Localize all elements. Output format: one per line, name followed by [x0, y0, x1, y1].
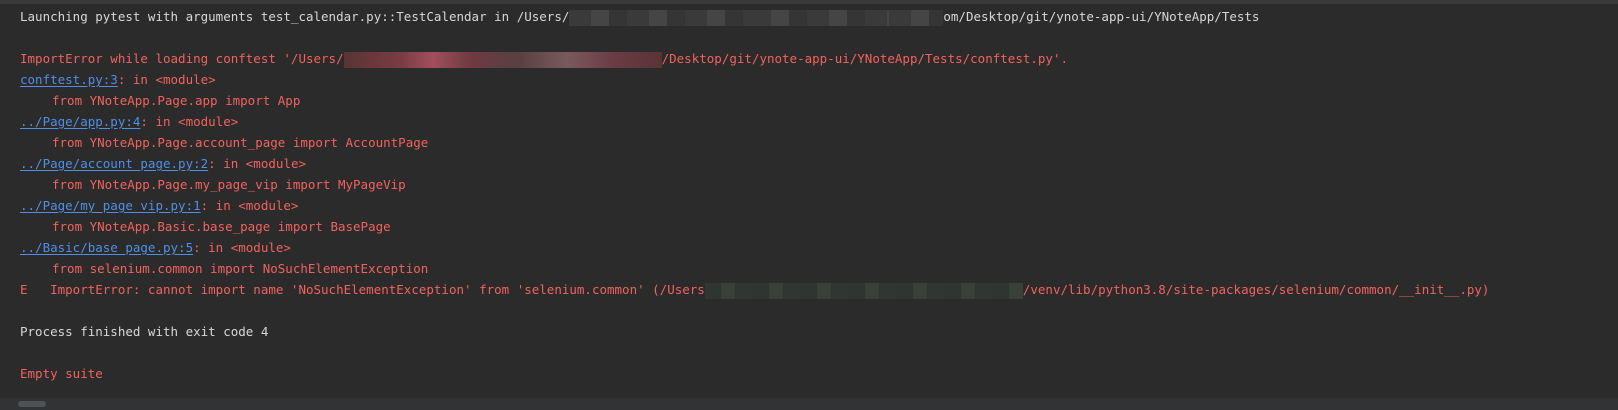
trace-code-line: from selenium.common import NoSuchElemen… [52, 261, 429, 276]
launch-text: Launching pytest with arguments test_cal… [20, 9, 570, 24]
console-lines: Launching pytest with arguments test_cal… [20, 6, 1618, 384]
redacted-path [704, 282, 1023, 299]
redacted-path [343, 51, 662, 68]
trace-frame-line: ../Page/app.py:4: in <module> [20, 111, 1618, 132]
horizontal-scrollbar[interactable] [0, 398, 1618, 410]
trace-code-line: from YNoteApp.Page.account_page import A… [52, 135, 429, 150]
redacted-path [889, 9, 944, 26]
trace-context: : in <module> [117, 72, 216, 87]
final-error-path-tail: /venv/lib/python3.8/site-packages/seleni… [1022, 282, 1490, 297]
trace-file-link[interactable]: ../Basic/base_page.py:5 [20, 240, 193, 255]
trace-frame-line: conftest.py:3: in <module> [20, 69, 1618, 90]
trace-file-link[interactable]: ../Page/account_page.py:2 [20, 156, 208, 171]
empty-suite-line: Empty suite [20, 366, 103, 381]
trace-frame-line: ../Page/my_page_vip.py:1: in <module> [20, 195, 1618, 216]
run-console-output: Launching pytest with arguments test_cal… [0, 0, 1618, 410]
import-error-path-tail: /Desktop/git/ynote-app-ui/YNoteApp/Tests… [661, 51, 1068, 66]
trace-code-line: from YNoteApp.Page.app import App [52, 93, 301, 108]
launch-line: Launching pytest with arguments test_cal… [20, 6, 1618, 27]
redacted-path [749, 9, 890, 26]
import-error-text: ImportError while loading conftest '/Use… [20, 51, 344, 66]
import-error-line: ImportError while loading conftest '/Use… [20, 48, 1618, 69]
process-finished-line: Process finished with exit code 4 [20, 324, 269, 339]
trace-code-line: from YNoteApp.Page.my_page_vip import My… [52, 177, 406, 192]
trace-frame-line: ../Page/account_page.py:2: in <module> [20, 153, 1618, 174]
trace-file-link[interactable]: ../Page/my_page_vip.py:1 [20, 198, 201, 213]
launch-path-tail: om/Desktop/git/ynote-app-ui/YNoteApp/Tes… [943, 9, 1260, 24]
redacted-path [569, 9, 750, 26]
final-error-text: E ImportError: cannot import name 'NoSuc… [20, 282, 705, 297]
trace-file-link[interactable]: ../Page/app.py:4 [20, 114, 140, 129]
cut-off-previous-line [0, 0, 1618, 4]
trace-context: : in <module> [200, 198, 299, 213]
trace-file-link[interactable]: conftest.py:3 [20, 72, 118, 87]
trace-frame-line: ../Basic/base_page.py:5: in <module> [20, 237, 1618, 258]
trace-context: : in <module> [140, 114, 239, 129]
trace-context: : in <module> [208, 156, 306, 171]
final-error-line: E ImportError: cannot import name 'NoSuc… [20, 279, 1618, 300]
trace-context: : in <module> [193, 240, 291, 255]
trace-code-line: from YNoteApp.Basic.base_page import Bas… [52, 219, 391, 234]
scrollbar-thumb[interactable] [18, 401, 46, 407]
